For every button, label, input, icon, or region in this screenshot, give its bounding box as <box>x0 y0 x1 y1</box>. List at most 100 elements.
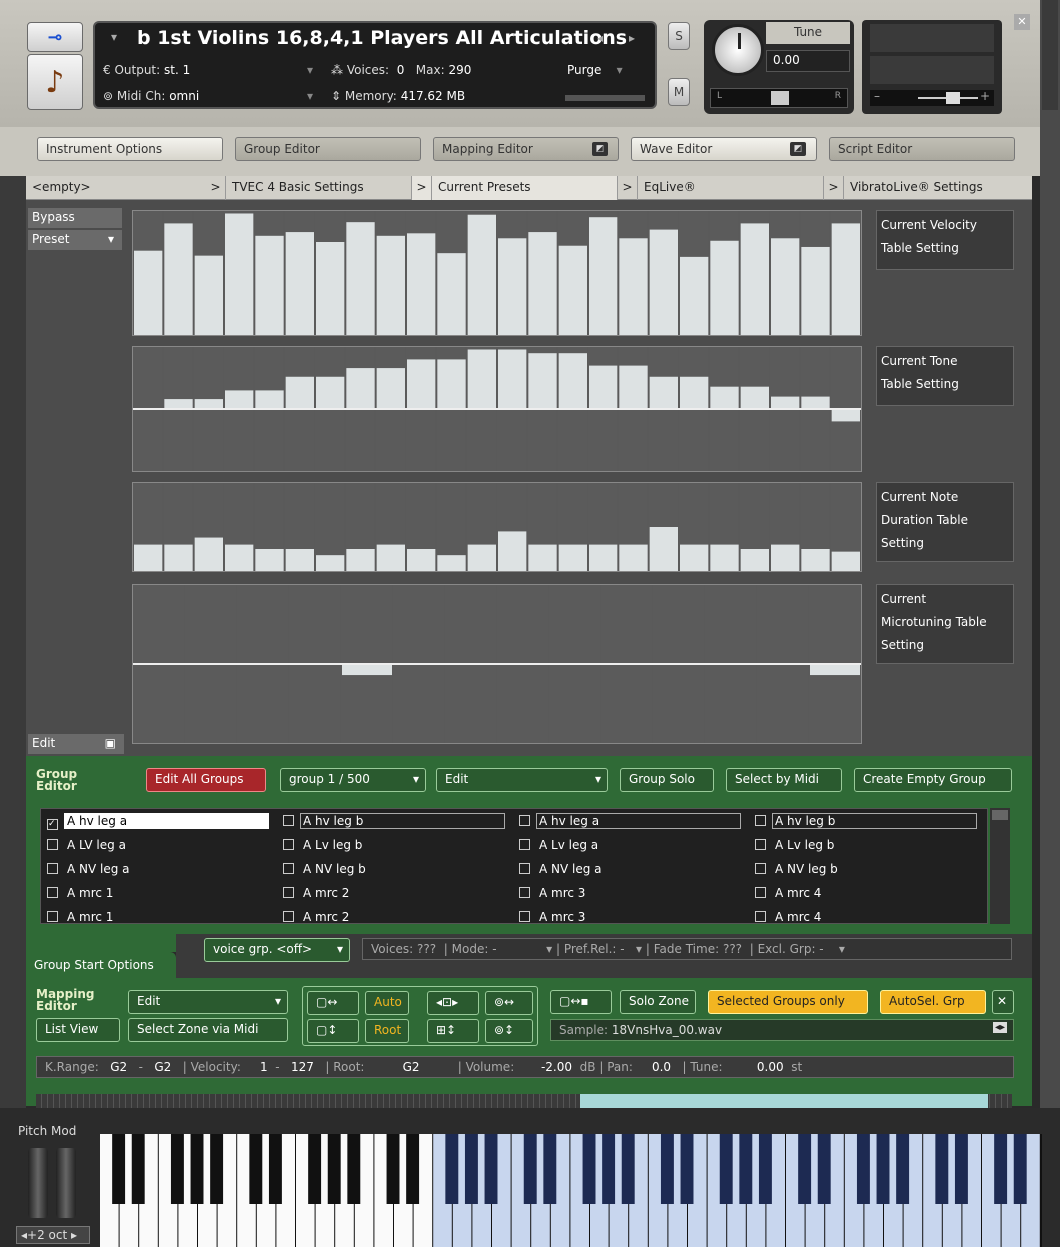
wrench-icon-button[interactable]: ⊸ <box>27 22 83 52</box>
group-name[interactable]: A hv leg a <box>64 813 269 829</box>
table-bar[interactable] <box>740 386 769 409</box>
group-name[interactable]: A NV leg b <box>772 861 841 877</box>
table-bar[interactable] <box>680 256 709 335</box>
black-key[interactable] <box>935 1134 949 1204</box>
black-key[interactable] <box>758 1134 772 1204</box>
group-start-options-tab[interactable]: Group Start Options <box>26 952 176 978</box>
black-key[interactable] <box>817 1134 831 1204</box>
table-bar[interactable] <box>558 245 587 335</box>
script-tab-eqlive[interactable]: > EqLive® <box>618 176 824 200</box>
select-zone-via-midi-button[interactable]: Select Zone via Midi <box>128 1018 288 1042</box>
zone-midi-width-icon[interactable]: ⊚↔ <box>485 991 533 1015</box>
black-key[interactable] <box>602 1134 616 1204</box>
table-bar[interactable] <box>558 353 587 409</box>
group-list-item[interactable]: A NV leg a <box>47 861 133 881</box>
checkbox-icon[interactable] <box>519 911 530 922</box>
checkbox-icon[interactable] <box>283 839 294 850</box>
table-bar[interactable] <box>498 531 527 571</box>
main-scrollbar[interactable] <box>1040 127 1060 1108</box>
group-list-item[interactable]: A mrc 2 <box>283 885 352 905</box>
table-bar[interactable] <box>285 549 314 571</box>
table-bar[interactable] <box>164 544 193 571</box>
group-list-scrollbar[interactable] <box>990 808 1010 924</box>
max-value[interactable]: 290 <box>448 63 471 77</box>
root-button[interactable]: Root <box>365 1019 409 1043</box>
table-bar[interactable] <box>710 386 739 409</box>
mute-button[interactable]: M <box>668 78 690 106</box>
black-key[interactable] <box>386 1134 400 1204</box>
group-list-item[interactable]: A mrc 2 <box>283 909 352 923</box>
instrument-icon[interactable]: ♪ <box>27 54 83 110</box>
group-list-item[interactable]: A Lv leg b <box>283 837 365 857</box>
table-bar[interactable] <box>467 214 496 335</box>
black-key[interactable] <box>484 1134 498 1204</box>
mapping-edit-menu[interactable]: Edit <box>128 990 288 1014</box>
black-key[interactable] <box>406 1134 420 1204</box>
checkbox-icon[interactable] <box>283 815 294 826</box>
table-bar[interactable] <box>194 537 223 571</box>
table-bar[interactable] <box>376 368 405 409</box>
voices-field[interactable]: Voices: ??? <box>371 942 436 956</box>
fade-time-field[interactable]: Fade Time: ??? <box>654 942 742 956</box>
black-key[interactable] <box>954 1134 968 1204</box>
black-key[interactable] <box>112 1134 126 1204</box>
tab-mapping-editor[interactable]: Mapping Editor ◩ <box>433 137 619 161</box>
table-bar[interactable] <box>558 544 587 571</box>
table-bar[interactable] <box>528 544 557 571</box>
group-list-item[interactable]: ✓ A hv leg a <box>47 813 269 833</box>
mode-field[interactable]: Mode: - <box>452 942 497 956</box>
black-key[interactable] <box>327 1134 341 1204</box>
group-name[interactable]: A hv leg b <box>772 813 977 829</box>
group-selector[interactable]: group 1 / 500 <box>280 768 426 792</box>
preset-menu[interactable]: Preset ▾ <box>28 230 122 250</box>
table-bar[interactable] <box>376 235 405 335</box>
group-list-item[interactable]: A mrc 1 <box>47 909 116 923</box>
table-bar[interactable] <box>710 544 739 571</box>
table-bar[interactable] <box>771 544 800 571</box>
table-bar[interactable] <box>589 217 618 335</box>
tone-table[interactable] <box>132 346 862 472</box>
table-bar[interactable] <box>771 396 800 409</box>
table-bar[interactable] <box>498 238 527 335</box>
group-list-item[interactable]: A LV leg a <box>47 837 129 857</box>
black-key[interactable] <box>543 1134 557 1204</box>
black-key[interactable] <box>798 1134 812 1204</box>
group-name[interactable]: A NV leg b <box>300 861 369 877</box>
table-bar[interactable] <box>194 255 223 335</box>
group-list-item[interactable]: A NV leg b <box>283 861 369 881</box>
output-field[interactable]: € Output: st. 1 <box>103 63 190 77</box>
microtuning-table[interactable] <box>132 584 862 744</box>
table-bar[interactable] <box>346 368 375 409</box>
table-bar[interactable] <box>467 349 496 409</box>
lock-zone-icon[interactable]: ▢↔▪ <box>550 990 612 1014</box>
table-bar[interactable] <box>134 250 163 335</box>
black-key[interactable] <box>994 1134 1008 1204</box>
bypass-button[interactable]: Bypass <box>28 208 122 228</box>
group-edit-menu[interactable]: Edit <box>436 768 608 792</box>
table-bar[interactable] <box>498 349 527 409</box>
table-bar[interactable] <box>437 253 466 335</box>
checkbox-icon[interactable] <box>519 887 530 898</box>
krange-low[interactable]: G2 <box>110 1060 127 1074</box>
group-solo-button[interactable]: Group Solo <box>620 768 714 792</box>
table-bar[interactable] <box>528 232 557 335</box>
prev-instrument-icon[interactable]: ◂ <box>597 31 603 45</box>
checkbox-icon[interactable]: ✓ <box>47 819 58 830</box>
black-key[interactable] <box>876 1134 890 1204</box>
black-key[interactable] <box>445 1134 459 1204</box>
krange-high[interactable]: G2 <box>154 1060 171 1074</box>
table-bar[interactable] <box>680 544 709 571</box>
table-bar[interactable] <box>810 664 860 676</box>
solo-zone-button[interactable]: Solo Zone <box>620 990 696 1014</box>
table-bar[interactable] <box>407 359 436 409</box>
zone-height-icon[interactable]: ▢↕ <box>307 1019 359 1043</box>
table-bar[interactable] <box>255 235 284 335</box>
black-key[interactable] <box>621 1134 635 1204</box>
table-bar[interactable] <box>831 409 860 422</box>
next-instrument-icon[interactable]: ▸ <box>629 31 635 45</box>
black-key[interactable] <box>268 1134 282 1204</box>
velocity-low[interactable]: 1 <box>260 1060 268 1074</box>
zone-tune-value[interactable]: 0.00 <box>757 1060 784 1074</box>
group-list-item[interactable]: A NV leg b <box>755 861 841 881</box>
table-bar[interactable] <box>801 246 830 335</box>
